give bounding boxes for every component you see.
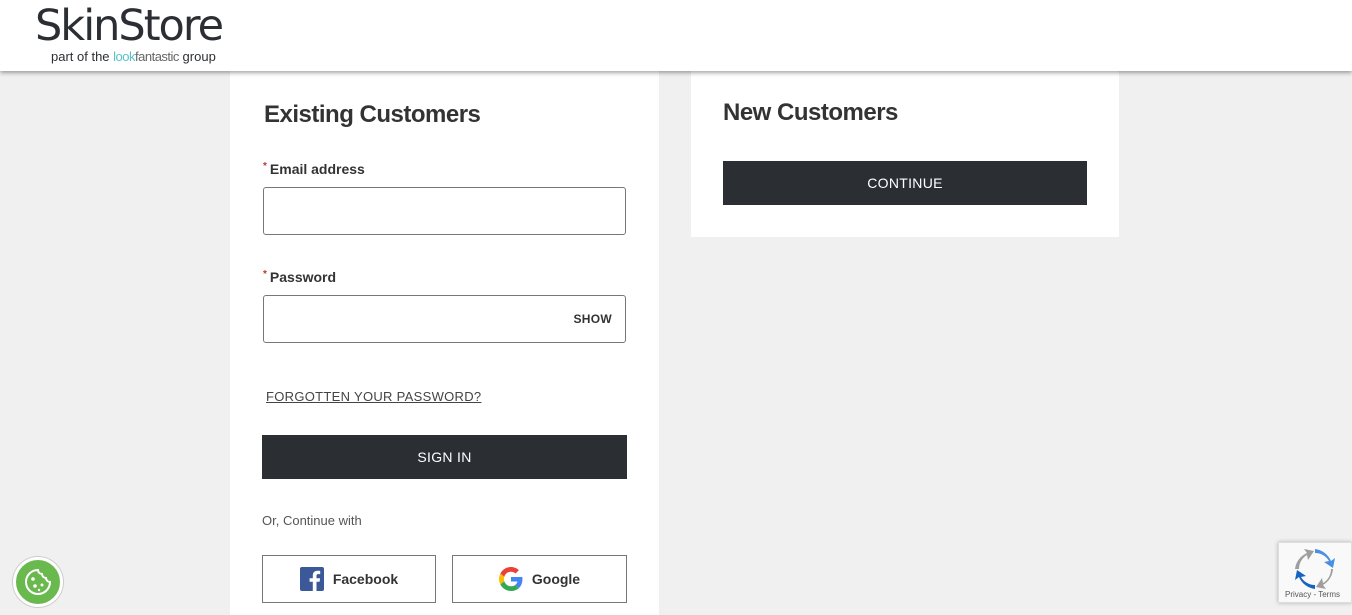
logo-wordmark: SkinStore	[35, 1, 224, 51]
password-input[interactable]: SHOW	[263, 295, 626, 343]
logo-brand-fantastic: fantastic	[135, 49, 179, 64]
google-label: Google	[531, 571, 581, 587]
google-login-button[interactable]: Google	[452, 555, 627, 603]
forgot-password-link[interactable]: FORGOTTEN YOUR PASSWORD?	[266, 389, 481, 404]
email-input[interactable]	[263, 187, 626, 235]
or-continue-with-text: Or, Continue with	[262, 513, 362, 528]
recaptcha-links: Privacy - Terms	[1285, 590, 1340, 599]
existing-customers-panel: Existing Customers * Email address * Passw…	[230, 71, 659, 615]
recaptcha-badge[interactable]: Privacy - Terms	[1278, 542, 1352, 603]
skinstore-logo[interactable]: SkinStore part of the lookfantastic grou…	[35, 1, 224, 64]
recaptcha-icon	[1295, 549, 1335, 589]
site-header: SkinStore part of the lookfantastic grou…	[0, 0, 1352, 71]
email-label-text: Email address	[269, 161, 365, 177]
facebook-label: Facebook	[332, 571, 399, 587]
google-icon	[498, 567, 523, 591]
logo-tagline-prefix: part of the	[51, 49, 114, 64]
required-marker: *	[263, 161, 267, 172]
new-customers-panel: New Customers CONTINUE	[691, 71, 1119, 237]
email-label: * Email address	[263, 161, 365, 177]
required-marker: *	[263, 269, 267, 280]
sign-in-button[interactable]: SIGN IN	[262, 435, 627, 479]
logo-tagline-suffix: group	[178, 49, 216, 64]
cookie-icon	[25, 568, 52, 595]
password-label: * Password	[263, 269, 336, 285]
logo-tagline: part of the lookfantastic group	[51, 50, 222, 64]
logo-brand-look: look	[113, 49, 136, 64]
cookie-settings-button[interactable]	[13, 557, 63, 607]
facebook-login-button[interactable]: Facebook	[262, 555, 436, 603]
facebook-icon	[299, 567, 324, 591]
recaptcha-terms-link[interactable]: Terms	[1318, 590, 1340, 599]
password-label-text: Password	[269, 269, 337, 285]
new-customers-heading: New Customers	[723, 99, 898, 126]
show-password-button[interactable]: SHOW	[573, 312, 612, 326]
recaptcha-privacy-link[interactable]: Privacy	[1285, 590, 1311, 599]
continue-button[interactable]: CONTINUE	[723, 161, 1087, 205]
existing-customers-heading: Existing Customers	[264, 101, 481, 128]
